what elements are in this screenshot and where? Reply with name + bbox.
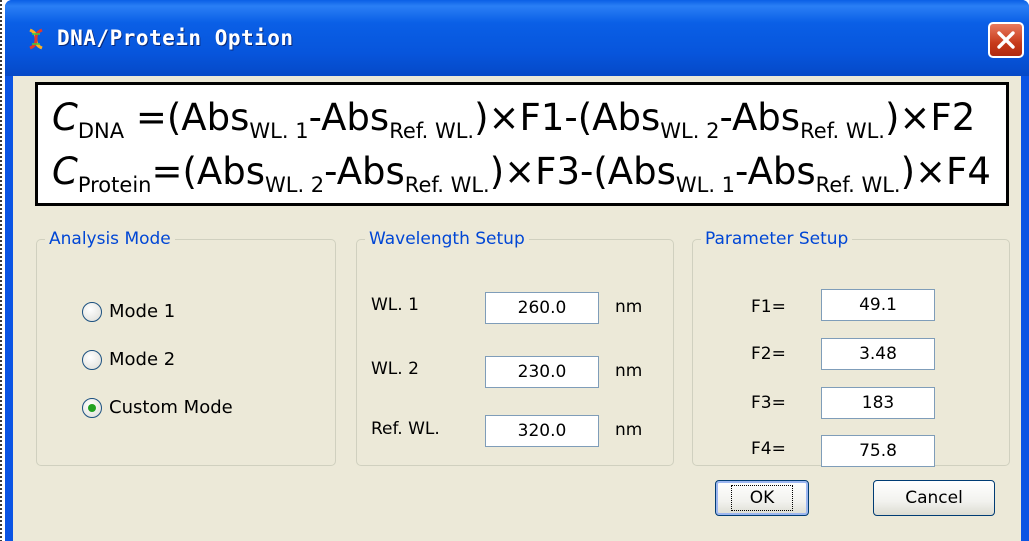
- title-bar[interactable]: DNA/Protein Option: [5, 0, 1029, 76]
- wl2-unit: nm: [615, 361, 643, 381]
- f2-input[interactable]: 3.48: [821, 338, 935, 370]
- radio-button[interactable]: [82, 349, 102, 370]
- formula-text: )×F3-(Abs: [489, 150, 676, 193]
- wl1-input[interactable]: 260.0: [485, 292, 599, 324]
- radio-custom-mode[interactable]: Custom Mode: [82, 397, 233, 418]
- formula-text: )×F2: [885, 96, 976, 139]
- parameter-setup-legend: Parameter Setup: [705, 229, 849, 249]
- desktop-edge: [0, 0, 3, 541]
- dialog-client-area: CDNA =(AbsWL. 1-AbsRef. WL.)×F1-(AbsWL. …: [13, 76, 1021, 541]
- analysis-mode-legend: Analysis Mode: [49, 229, 171, 249]
- ref-wl-label: Ref. WL.: [371, 419, 440, 439]
- formula-subscript: Ref. WL.: [389, 119, 475, 143]
- window-title: DNA/Protein Option: [57, 26, 294, 50]
- radio-mode-2[interactable]: Mode 2: [82, 349, 175, 370]
- cancel-button[interactable]: Cancel: [873, 480, 995, 516]
- formula-symbol: C: [52, 96, 78, 139]
- radio-label: Custom Mode: [109, 397, 233, 418]
- formula-subscript: WL. 1: [675, 173, 736, 197]
- radio-label: Mode 1: [109, 301, 176, 322]
- formula-text: =(Abs: [124, 96, 250, 139]
- close-button[interactable]: [988, 22, 1024, 58]
- formula-subscript: Ref. WL.: [815, 173, 901, 197]
- formula-text: -Abs: [735, 150, 816, 193]
- f2-label: F2=: [751, 344, 786, 364]
- formula-text: )×F4: [900, 150, 991, 193]
- radio-label: Mode 2: [109, 349, 176, 370]
- f1-label: F1=: [751, 297, 786, 317]
- formula-subscript: WL. 1: [249, 119, 309, 143]
- ok-button-label: OK: [730, 485, 794, 511]
- ref-wl-unit: nm: [615, 420, 643, 440]
- wavelength-setup-group: Wavelength Setup WL. 1 260.0 nm WL. 2 23…: [356, 229, 674, 466]
- formula-dna: CDNA =(AbsWL. 1-AbsRef. WL.)×F1-(AbsWL. …: [52, 96, 976, 142]
- radio-mode-1[interactable]: Mode 1: [82, 301, 175, 322]
- radio-button[interactable]: [82, 397, 102, 418]
- formula-subscript: Ref. WL.: [800, 119, 885, 143]
- ref-wl-input[interactable]: 320.0: [485, 415, 599, 447]
- wl1-unit: nm: [615, 297, 643, 317]
- formula-subscript: Ref. WL.: [404, 173, 490, 197]
- parameter-setup-group: Parameter Setup F1= 49.1 F2= 3.48 F3= 18…: [692, 229, 1010, 467]
- formula-subscript: WL. 2: [660, 119, 720, 143]
- formula-text: -Abs: [308, 96, 390, 139]
- dna-helix-icon: [29, 28, 43, 50]
- wl1-label: WL. 1: [371, 295, 419, 315]
- wl2-input[interactable]: 230.0: [485, 356, 599, 388]
- wl2-label: WL. 2: [371, 359, 419, 379]
- formula-protein: CProtein=(AbsWL. 2-AbsRef. WL.)×F3-(AbsW…: [52, 150, 991, 196]
- wavelength-setup-legend: Wavelength Setup: [369, 229, 525, 249]
- formula-symbol: C: [52, 150, 78, 193]
- f1-input[interactable]: 49.1: [821, 289, 935, 321]
- formula-box: CDNA =(AbsWL. 1-AbsRef. WL.)×F1-(AbsWL. …: [35, 82, 1009, 206]
- formula-text: -Abs: [324, 150, 405, 193]
- formula-subscript: WL. 2: [264, 173, 325, 197]
- f4-label: F4=: [751, 439, 786, 459]
- f3-label: F3=: [751, 393, 786, 413]
- f3-input[interactable]: 183: [821, 387, 935, 419]
- formula-text: =(Abs: [151, 150, 265, 193]
- ok-button[interactable]: OK: [715, 480, 809, 516]
- dialog-window: DNA/Protein Option CDNA =(AbsWL. 1-AbsRe…: [5, 0, 1029, 541]
- f4-input[interactable]: 75.8: [821, 435, 935, 467]
- radio-button[interactable]: [82, 301, 102, 322]
- formula-text: )×F1-(Abs: [474, 96, 661, 139]
- formula-text: -Abs: [719, 96, 801, 139]
- formula-subscript: Protein: [77, 173, 152, 197]
- close-icon: [997, 31, 1015, 49]
- formula-subscript: DNA: [77, 119, 125, 143]
- analysis-mode-group: Analysis Mode Mode 1 Mode 2 Custom Mode: [36, 229, 336, 466]
